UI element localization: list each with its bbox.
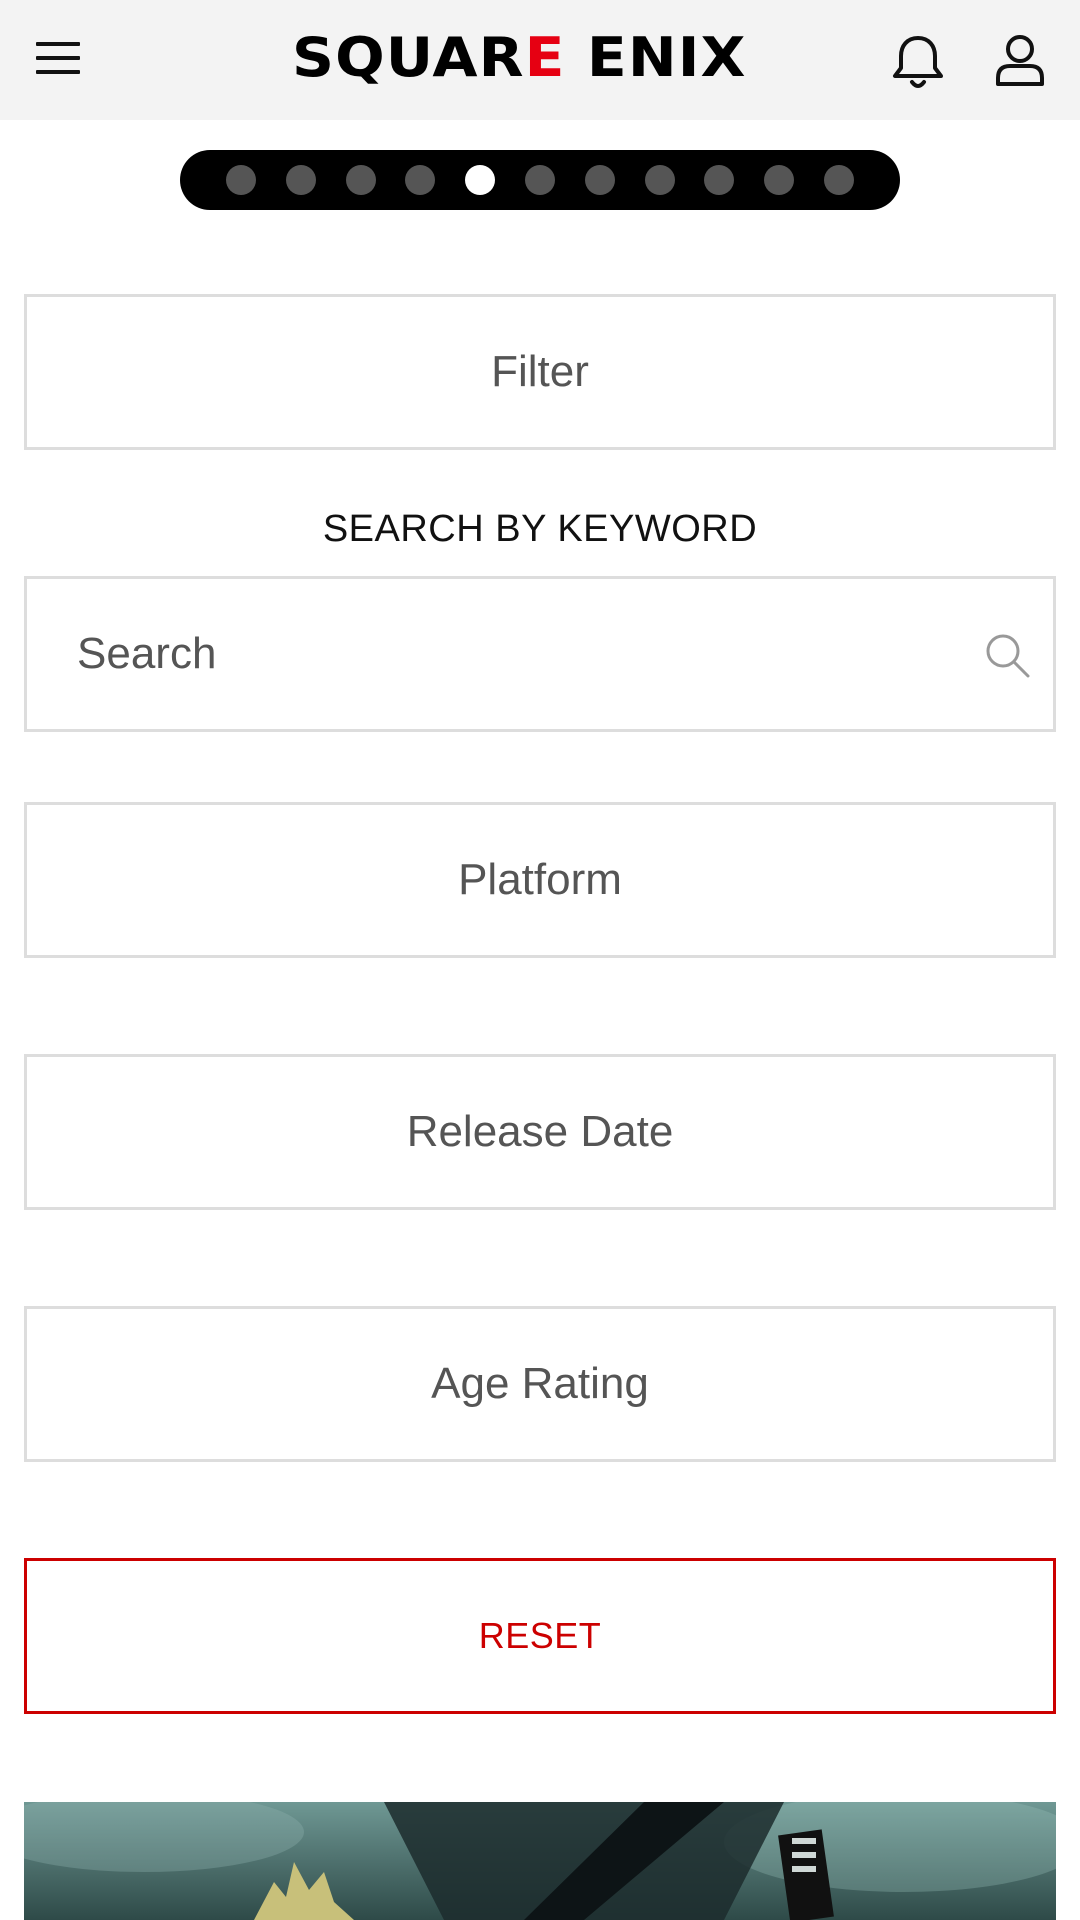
- age-rating-dropdown[interactable]: Age Rating: [24, 1306, 1056, 1462]
- logo-text-part2: ENIX: [565, 26, 747, 89]
- logo-text-accent: E: [524, 26, 566, 89]
- bell-icon[interactable]: [890, 32, 946, 92]
- filter-label: Filter: [491, 347, 589, 396]
- carousel-dot-6[interactable]: [524, 165, 555, 195]
- game-hero-image[interactable]: [24, 1802, 1056, 1920]
- logo-text-part1: SQUAR: [292, 26, 525, 89]
- release-date-label: Release Date: [406, 1107, 674, 1156]
- search-icon[interactable]: [983, 631, 1033, 681]
- search-input[interactable]: [27, 579, 967, 729]
- top-header: SQUARE ENIX: [0, 0, 1080, 120]
- carousel-dot-8[interactable]: [644, 165, 675, 195]
- hamburger-icon[interactable]: [36, 38, 82, 78]
- carousel-dot-9[interactable]: [704, 165, 735, 195]
- search-field-container: [24, 576, 1056, 732]
- age-rating-label: Age Rating: [431, 1359, 649, 1408]
- carousel-dot-10[interactable]: [764, 165, 795, 195]
- platform-dropdown[interactable]: Platform: [24, 802, 1056, 958]
- reset-button[interactable]: RESET: [24, 1558, 1056, 1714]
- carousel-dot-1[interactable]: [226, 165, 256, 195]
- carousel-dot-7[interactable]: [584, 165, 615, 195]
- carousel-dot-11[interactable]: [823, 165, 854, 195]
- keyword-section-label: SEARCH BY KEYWORD: [322, 508, 758, 550]
- carousel-dot-4[interactable]: [405, 165, 436, 195]
- square-enix-logo[interactable]: SQUARE ENIX: [292, 30, 810, 86]
- carousel-dot-2[interactable]: [285, 165, 316, 195]
- carousel-pagination: [180, 150, 900, 210]
- platform-label: Platform: [458, 855, 622, 904]
- user-icon[interactable]: [992, 32, 1048, 88]
- reset-label: RESET: [478, 1615, 602, 1656]
- release-date-dropdown[interactable]: Release Date: [24, 1054, 1056, 1210]
- filter-toggle[interactable]: Filter: [24, 294, 1056, 450]
- carousel-dot-3[interactable]: [345, 165, 376, 195]
- hero-artwork: [24, 1802, 1056, 1920]
- carousel-dot-5[interactable]: [465, 165, 496, 195]
